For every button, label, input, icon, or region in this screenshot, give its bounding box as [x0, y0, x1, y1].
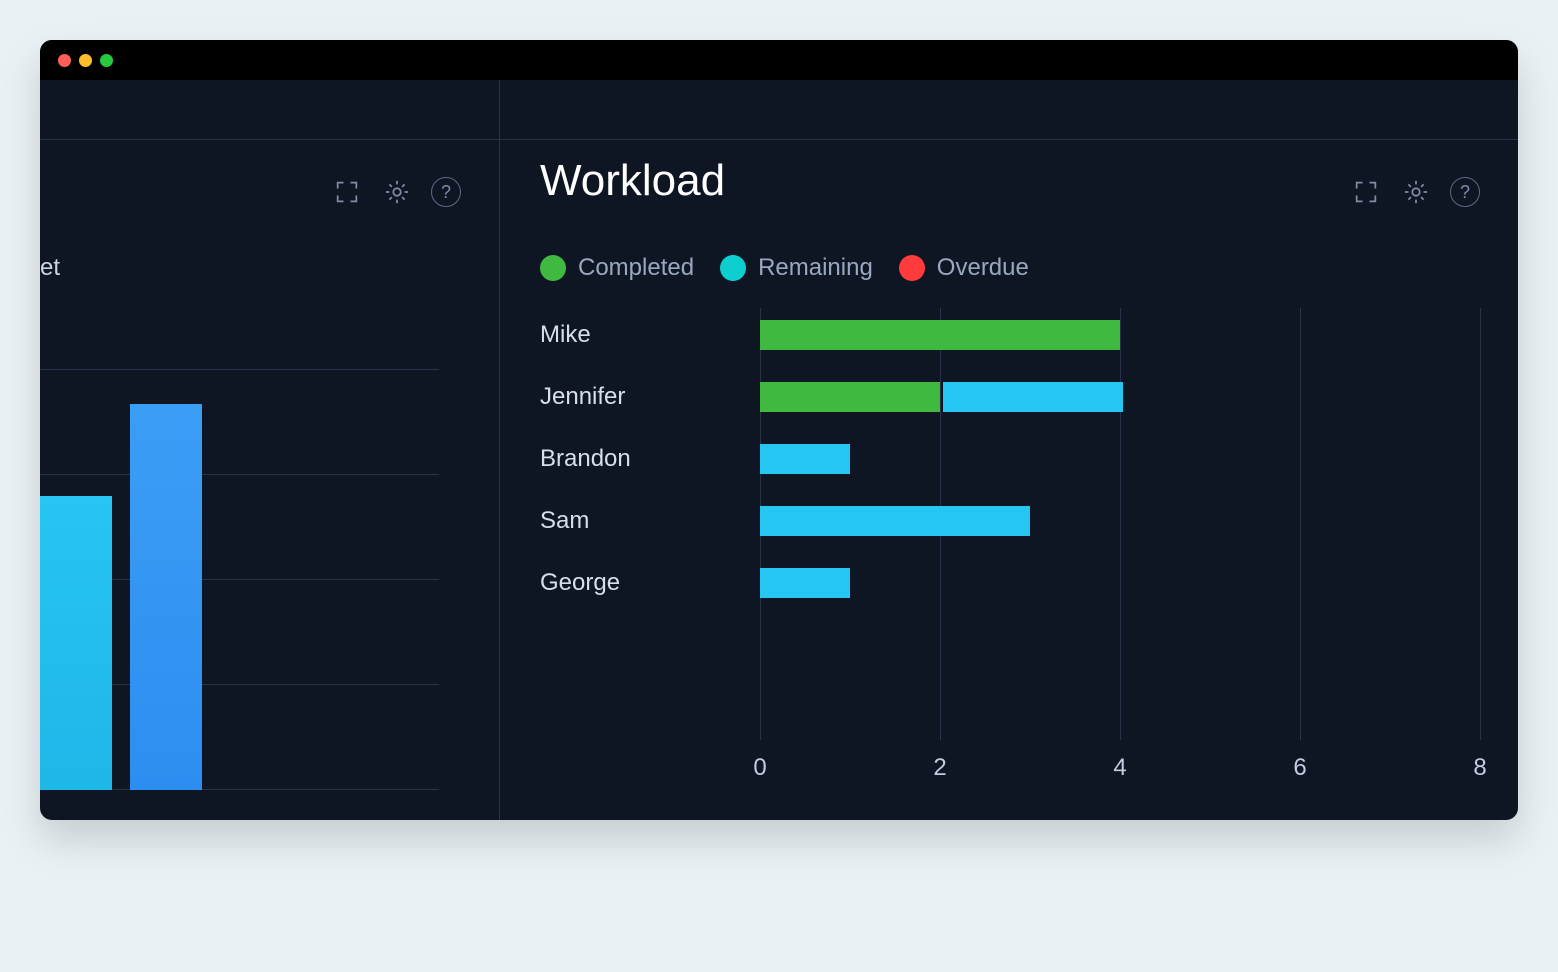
chart-row-label: Brandon	[540, 444, 631, 474]
chart-bar-segment	[760, 506, 1030, 536]
chart-bar-row	[760, 320, 1123, 350]
chart-gridline	[1480, 308, 1481, 740]
x-axis-tick: 8	[1473, 754, 1486, 782]
chart-gridline	[1300, 308, 1301, 740]
chart-bar-row	[760, 444, 1123, 474]
expand-icon[interactable]	[331, 176, 363, 208]
panel-workload: Workload ? Completed Remaining	[500, 80, 1518, 820]
panel-left: ? et	[40, 80, 500, 820]
chart-bar-row	[760, 568, 1123, 598]
legend-label: Remaining	[758, 254, 873, 282]
legend-swatch-completed	[540, 255, 566, 281]
panel-left-chart	[40, 370, 439, 790]
workload-chart: 02468MikeJenniferBrandonSamGeorge	[540, 308, 1480, 790]
x-axis-tick: 0	[753, 754, 766, 782]
legend-label: Overdue	[937, 254, 1029, 282]
chart-bar-row	[760, 506, 1123, 536]
expand-icon[interactable]	[1350, 176, 1382, 208]
panel-left-bar-2	[130, 404, 202, 790]
window-minimize-button[interactable]	[79, 54, 92, 67]
chart-row-label: George	[540, 568, 631, 598]
panel-left-header-strip	[40, 80, 499, 140]
panel-title: Workload	[540, 156, 725, 206]
app-window: ? et Workload	[40, 40, 1518, 820]
chart-bar-segment	[760, 382, 940, 412]
panel-workload-header-strip	[500, 80, 1518, 140]
chart-bars	[760, 320, 1123, 630]
panel-left-bars	[40, 370, 202, 790]
chart-legend: Completed Remaining Overdue	[540, 254, 1029, 282]
gear-icon[interactable]	[381, 176, 413, 208]
chart-row-label: Mike	[540, 320, 631, 350]
x-axis-tick: 2	[933, 754, 946, 782]
gear-icon[interactable]	[1400, 176, 1432, 208]
legend-swatch-remaining	[720, 255, 746, 281]
legend-swatch-overdue	[899, 255, 925, 281]
window-zoom-button[interactable]	[100, 54, 113, 67]
chart-row-label: Sam	[540, 506, 631, 536]
panel-left-toolbar: ?	[331, 176, 461, 208]
chart-bar-segment	[943, 382, 1123, 412]
help-icon[interactable]: ?	[431, 177, 461, 207]
x-axis-tick: 4	[1113, 754, 1126, 782]
legend-item: Overdue	[899, 254, 1029, 282]
legend-item: Completed	[540, 254, 694, 282]
chart-row-label: Jennifer	[540, 382, 631, 412]
chart-row-labels: Mike Jennifer Brandon Sam George	[540, 320, 631, 598]
x-axis-tick: 6	[1293, 754, 1306, 782]
panel-left-bar-1	[40, 496, 112, 790]
panel-workload-toolbar: ?	[1350, 176, 1480, 208]
chart-bar-segment	[760, 568, 850, 598]
help-icon[interactable]: ?	[1450, 177, 1480, 207]
legend-item: Remaining	[720, 254, 873, 282]
panel-left-label-fragment: et	[40, 254, 60, 282]
chart-bar-segment	[760, 444, 850, 474]
legend-label: Completed	[578, 254, 694, 282]
chart-bar-segment	[760, 320, 1120, 350]
dashboard-content: ? et Workload	[40, 80, 1518, 820]
window-close-button[interactable]	[58, 54, 71, 67]
window-titlebar	[40, 40, 1518, 80]
chart-bar-row	[760, 382, 1123, 412]
